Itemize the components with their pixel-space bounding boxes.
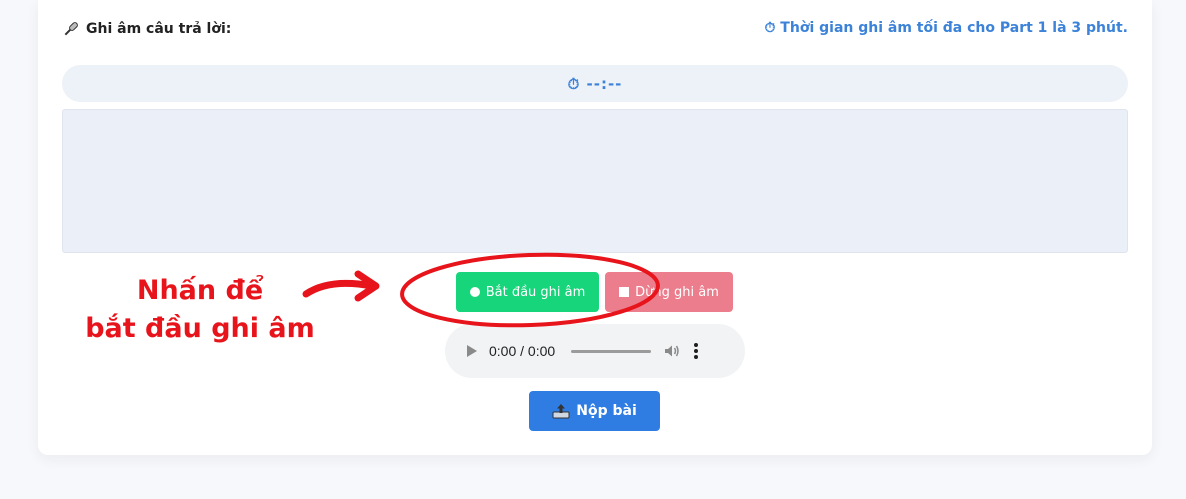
annotation-line-1: Nhấn để: [136, 275, 264, 306]
time-limit-note: ⏱ Thời gian ghi âm tối đa cho Part 1 là …: [764, 20, 1128, 36]
record-label-text: Ghi âm câu trả lời:: [86, 21, 232, 37]
waveform-area: [62, 109, 1128, 253]
upload-tray-icon: [552, 404, 570, 419]
volume-icon[interactable]: [663, 342, 681, 360]
annotation-line-2: bắt đầu ghi âm: [85, 313, 315, 344]
play-icon[interactable]: [467, 345, 477, 357]
audio-player: 0:00 / 0:00: [445, 324, 745, 378]
recording-timer: ⏱ --:--: [62, 65, 1128, 102]
audio-progress-slider[interactable]: [571, 349, 652, 353]
microphone-icon: [64, 22, 78, 36]
instruction-annotation: Nhấn để bắt đầu ghi âm: [60, 272, 340, 348]
timer-value: ⏱ --:--: [567, 74, 623, 93]
record-label: Ghi âm câu trả lời:: [62, 20, 231, 38]
recording-header: Ghi âm câu trả lời: ⏱ Thời gian ghi âm t…: [62, 20, 1128, 40]
submit-button[interactable]: Nộp bài: [529, 391, 660, 431]
highlight-ellipse: [400, 252, 660, 328]
annotation-arrow: [302, 270, 380, 302]
submit-label: Nộp bài: [576, 403, 637, 419]
audio-time: 0:00 / 0:00: [489, 343, 556, 359]
more-options-icon[interactable]: [693, 343, 699, 359]
